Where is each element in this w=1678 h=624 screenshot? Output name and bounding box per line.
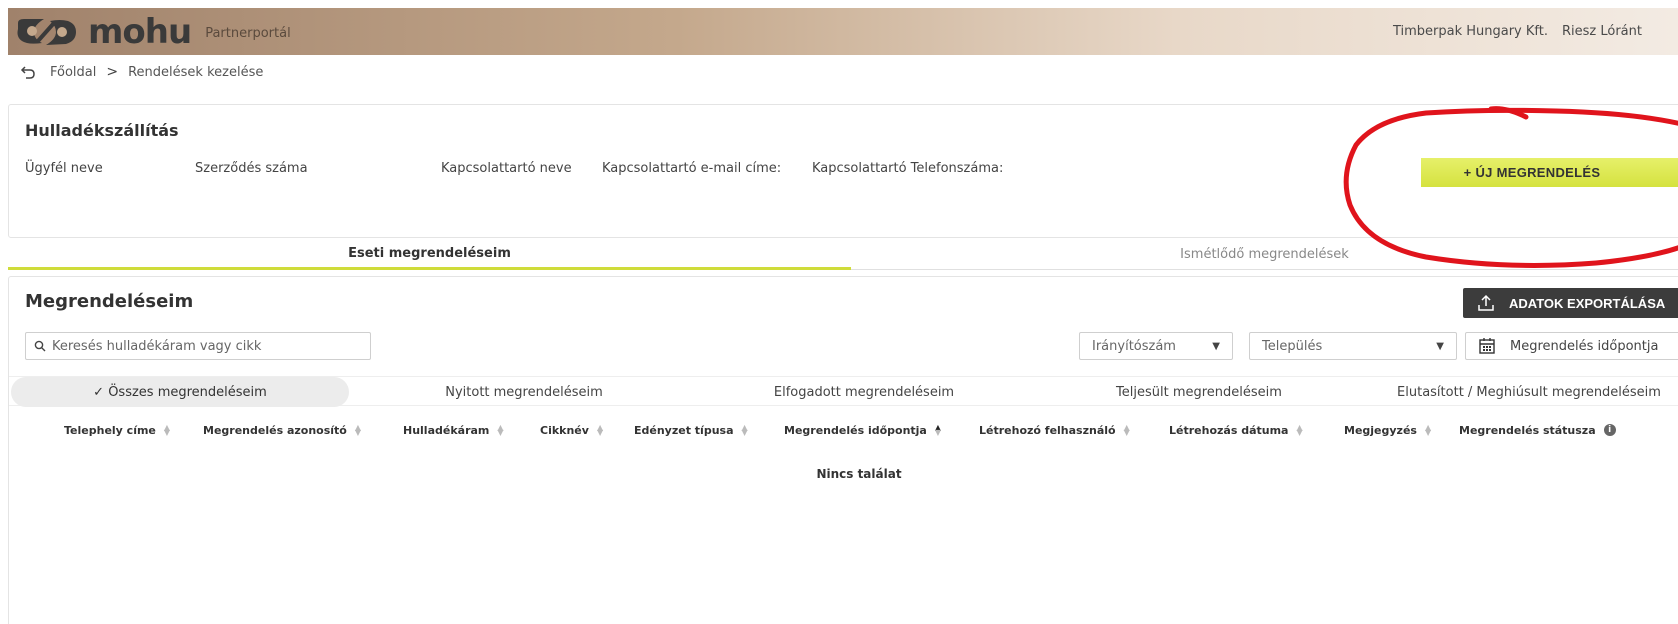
tab-completed-orders[interactable]: Teljesült megrendeléseim bbox=[1079, 377, 1319, 407]
customer-name-label: Ügyfél neve bbox=[25, 161, 103, 176]
sort-icon: ▲ ▼ bbox=[497, 423, 504, 437]
order-type-tabs: Eseti megrendeléseim Ismétlődő megrendel… bbox=[8, 240, 1678, 270]
column-item-name[interactable]: Cikknév ▲ ▼ bbox=[540, 415, 603, 445]
logo[interactable]: mohu bbox=[14, 11, 192, 52]
order-date-label: Megrendelés időpontja bbox=[1510, 338, 1659, 354]
breadcrumb: Főoldal > Rendelések kezelése bbox=[20, 64, 263, 80]
calendar-icon bbox=[1479, 338, 1495, 354]
user-name[interactable]: Riesz Lóránt bbox=[1562, 24, 1642, 39]
breadcrumb-current: Rendelések kezelése bbox=[128, 64, 264, 80]
column-order-id[interactable]: Megrendelés azonosító ▲ ▼ bbox=[203, 415, 361, 445]
city-select[interactable]: Település ▼ bbox=[1249, 332, 1457, 360]
contact-name-label: Kapcsolattartó neve bbox=[441, 161, 572, 176]
tab-rejected-orders[interactable]: Elutasított / Meghiúsult megrendeléseim bbox=[1369, 377, 1678, 407]
orders-title: Megrendeléseim bbox=[25, 291, 194, 312]
orders-card: Megrendeléseim ADATOK EXPORTÁLÁSA Irányí… bbox=[8, 276, 1678, 624]
tab-one-time-orders[interactable]: Eseti megrendeléseim bbox=[8, 240, 851, 270]
column-container-type[interactable]: Edényzet típusa ▲ ▼ bbox=[634, 415, 748, 445]
service-title: Hulladékszállítás bbox=[25, 121, 179, 140]
top-bar: mohu Partnerportál Timberpak Hungary Kft… bbox=[8, 8, 1678, 55]
column-order-date[interactable]: Megrendelés időpontja ▲ ▼ bbox=[784, 415, 941, 445]
tab-recurring-orders[interactable]: Ismétlődő megrendelések bbox=[851, 240, 1678, 270]
sort-icon: ▲ ▼ bbox=[354, 423, 361, 437]
column-waste-stream[interactable]: Hulladékáram ▲ ▼ bbox=[403, 415, 504, 445]
upload-icon bbox=[1478, 294, 1494, 311]
sort-icon: ▲ ▼ bbox=[1123, 423, 1130, 437]
sort-icon: ▲ ▼ bbox=[1424, 423, 1432, 437]
city-placeholder: Település bbox=[1262, 338, 1323, 354]
export-label: ADATOK EXPORTÁLÁSA bbox=[1509, 295, 1666, 311]
caret-down-icon: ▼ bbox=[1436, 340, 1444, 352]
company-name[interactable]: Timberpak Hungary Kft. bbox=[1393, 24, 1548, 39]
breadcrumb-home[interactable]: Főoldal bbox=[50, 65, 96, 80]
order-status-tabs: ✓ Összes megrendeléseim Nyitott megrende… bbox=[9, 376, 1678, 407]
column-created-date[interactable]: Létrehozás dátuma ▲ ▼ bbox=[1169, 415, 1303, 445]
column-created-by[interactable]: Létrehozó felhasználó ▲ ▼ bbox=[979, 415, 1130, 445]
back-arrow-icon[interactable] bbox=[20, 64, 36, 80]
orders-table-header: Telephely címe ▲ ▼ Megrendelés azonosító ▲ ▼… bbox=[9, 415, 1678, 445]
contact-email-label: Kapcsolattartó e-mail címe: bbox=[602, 161, 782, 176]
sort-icon: ▲ ▼ bbox=[1296, 423, 1303, 437]
export-data-button[interactable]: ADATOK EXPORTÁLÁSA bbox=[1463, 288, 1678, 318]
search-field[interactable] bbox=[25, 332, 371, 360]
sort-icon: ▲ ▼ bbox=[934, 423, 942, 437]
column-site-address[interactable]: Telephely címe ▲ ▼ bbox=[64, 415, 170, 445]
search-icon bbox=[34, 340, 46, 352]
zip-code-placeholder: Irányítószám bbox=[1092, 338, 1176, 354]
sort-icon: ▲ ▼ bbox=[596, 423, 604, 437]
new-order-button[interactable]: + ÚJ MEGRENDELÉS bbox=[1421, 158, 1678, 187]
info-icon[interactable]: i bbox=[1603, 424, 1616, 436]
sort-icon: ▲ ▼ bbox=[741, 423, 748, 437]
user-area: Timberpak Hungary Kft. Riesz Lóránt bbox=[1393, 8, 1642, 55]
breadcrumb-separator: > bbox=[106, 64, 119, 80]
caret-down-icon: ▼ bbox=[1212, 340, 1220, 352]
mohu-logo-icon bbox=[17, 18, 76, 45]
column-order-status[interactable]: Megrendelés státusza i bbox=[1459, 415, 1616, 445]
logo-text: mohu bbox=[88, 11, 192, 52]
tab-open-orders[interactable]: Nyitott megrendeléseim bbox=[409, 377, 639, 407]
contract-number-label: Szerződés száma bbox=[195, 161, 308, 176]
tab-all-orders[interactable]: ✓ Összes megrendeléseim bbox=[11, 377, 349, 407]
search-input[interactable] bbox=[52, 338, 352, 354]
tab-accepted-orders[interactable]: Elfogadott megrendeléseim bbox=[729, 377, 999, 407]
order-date-picker[interactable]: Megrendelés időpontja bbox=[1465, 332, 1678, 360]
empty-state: Nincs találat bbox=[816, 467, 902, 481]
column-note[interactable]: Megjegyzés ▲ ▼ bbox=[1344, 415, 1431, 445]
zip-code-select[interactable]: Irányítószám ▼ bbox=[1079, 332, 1233, 360]
service-info-card: Hulladékszállítás Ügyfél neve Szerződés … bbox=[8, 104, 1678, 238]
sort-icon: ▲ ▼ bbox=[163, 423, 171, 437]
portal-label: Partnerportál bbox=[205, 26, 291, 41]
contact-phone-label: Kapcsolattartó Telefonszáma: bbox=[812, 161, 1004, 176]
